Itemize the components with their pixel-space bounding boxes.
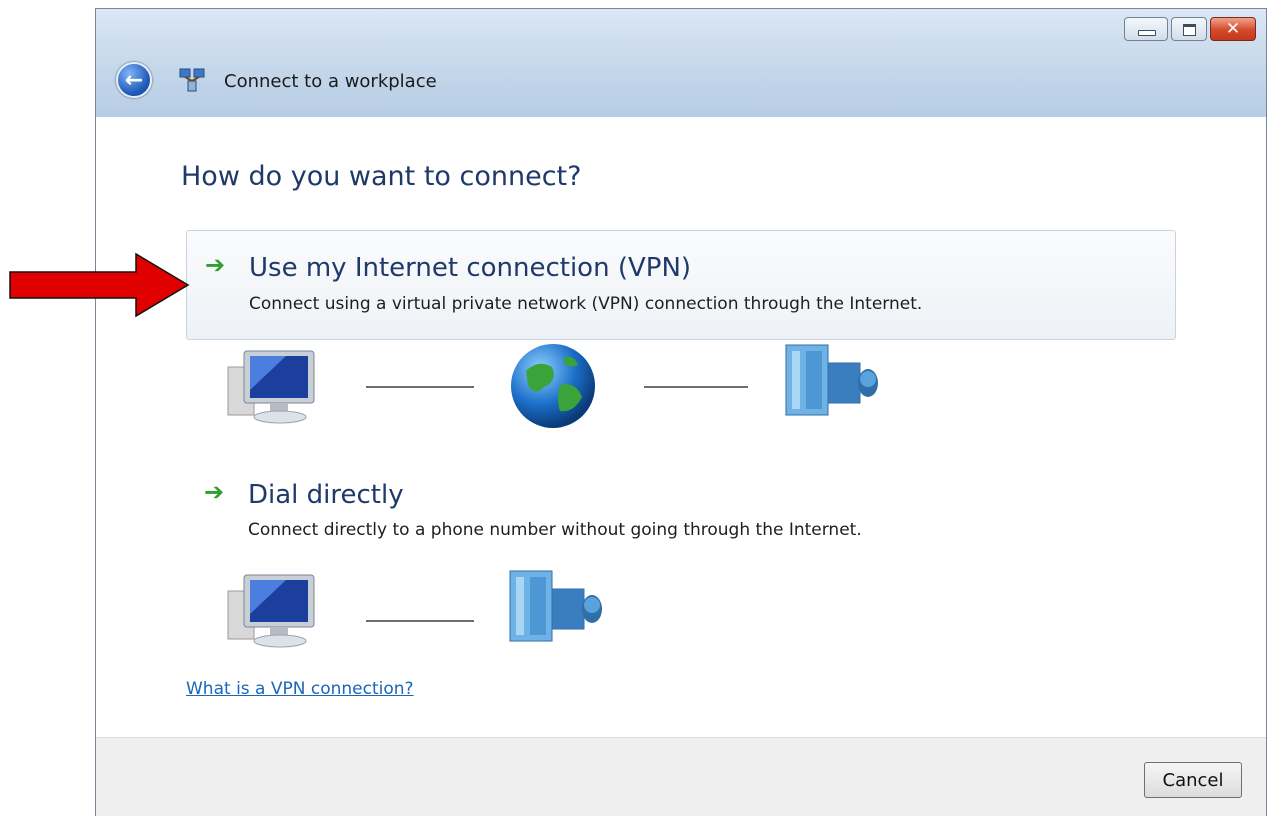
back-arrow-icon: ← bbox=[124, 68, 144, 93]
cancel-button[interactable]: Cancel bbox=[1144, 762, 1242, 798]
minimize-icon bbox=[1138, 30, 1156, 36]
option-vpn[interactable]: ➔ Use my Internet connection (VPN) Conne… bbox=[186, 230, 1176, 340]
connection-line bbox=[366, 620, 474, 622]
vpn-help-link[interactable]: What is a VPN connection? bbox=[186, 679, 414, 699]
green-arrow-icon: ➔ bbox=[204, 478, 225, 506]
page-heading: How do you want to connect? bbox=[181, 161, 582, 192]
option-dial[interactable]: ➔ Dial directly Connect directly to a ph… bbox=[186, 472, 1176, 552]
globe-icon bbox=[511, 344, 595, 428]
close-icon: ✕ bbox=[1225, 19, 1241, 39]
connection-line bbox=[366, 386, 474, 388]
window-controls: ✕ bbox=[1124, 17, 1256, 41]
green-arrow-icon: ➔ bbox=[205, 251, 226, 279]
computer-icon bbox=[227, 574, 315, 648]
server-icon bbox=[509, 570, 602, 642]
network-wizard-icon bbox=[179, 68, 205, 92]
window-title: Connect to a workplace bbox=[224, 71, 437, 92]
back-button[interactable]: ← bbox=[116, 62, 152, 98]
minimize-button[interactable] bbox=[1124, 17, 1168, 41]
close-button[interactable]: ✕ bbox=[1210, 17, 1256, 41]
computer-icon bbox=[227, 350, 315, 424]
connection-line bbox=[644, 386, 748, 388]
option-dial-title: Dial directly bbox=[248, 480, 404, 510]
option-vpn-title: Use my Internet connection (VPN) bbox=[249, 253, 692, 283]
maximize-button[interactable] bbox=[1171, 17, 1207, 41]
option-dial-description: Connect directly to a phone number witho… bbox=[248, 520, 862, 540]
title-bar: ✕ ← Connect to a workplace bbox=[96, 9, 1266, 117]
wizard-window: ✕ ← Connect to a workplace How do you wa… bbox=[95, 8, 1267, 816]
server-icon bbox=[785, 344, 878, 416]
option-vpn-description: Connect using a virtual private network … bbox=[249, 294, 923, 314]
red-arrow-icon bbox=[9, 252, 190, 318]
maximize-icon bbox=[1183, 24, 1196, 36]
wizard-content: How do you want to connect? ➔ Use my Int… bbox=[96, 117, 1266, 737]
wizard-footer: Cancel bbox=[96, 737, 1266, 816]
